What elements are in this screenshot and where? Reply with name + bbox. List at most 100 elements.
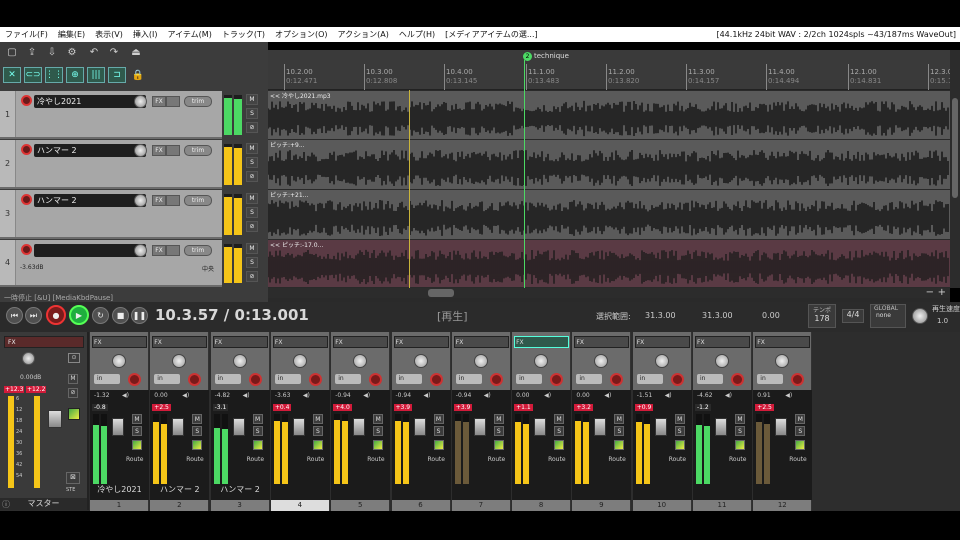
grid-icon[interactable]: ⋮⋮ xyxy=(45,67,63,83)
track-name[interactable]: 冷やし2021 xyxy=(34,95,146,108)
track-lane[interactable]: ピッチ:+21... xyxy=(268,190,950,239)
strip-route-button[interactable]: Route xyxy=(548,456,565,463)
strip-number[interactable]: 8 xyxy=(512,500,572,511)
timeline-ruler[interactable]: 2 technique 10.2.00 0:12.471 10.3.00 0:12.8… xyxy=(268,50,957,90)
track-solo-button[interactable]: S xyxy=(246,108,258,119)
strip-fader[interactable] xyxy=(413,418,426,436)
strip-number[interactable]: 5 xyxy=(331,500,391,511)
track-fx-off-icon[interactable]: ⊘ xyxy=(246,171,258,182)
track-name[interactable]: ハンマー 2 xyxy=(34,144,146,157)
master-fader[interactable] xyxy=(48,410,62,428)
vscroll-thumb[interactable] xyxy=(952,98,958,198)
record-arm-button[interactable] xyxy=(21,144,32,155)
speaker-icon[interactable]: ◀) xyxy=(182,392,189,399)
strip-number[interactable]: 11 xyxy=(693,500,752,511)
menu-item[interactable]: 編集(E) xyxy=(53,29,90,40)
strip-env-icon[interactable] xyxy=(674,440,685,450)
strip-mute-button[interactable]: M xyxy=(795,414,806,424)
track-fx-bypass-icon[interactable] xyxy=(166,195,180,206)
strip-number[interactable]: 4 xyxy=(270,500,330,511)
speaker-icon[interactable]: ◀) xyxy=(484,392,491,399)
track-volume-knob[interactable] xyxy=(134,144,147,157)
strip-volume-knob[interactable] xyxy=(534,354,549,368)
track-volume-knob[interactable] xyxy=(134,244,147,257)
strip-fader[interactable] xyxy=(534,418,547,436)
scroll-thumb[interactable] xyxy=(428,289,454,297)
strip-fx-slot[interactable]: FX xyxy=(152,336,208,348)
project-settings-icon[interactable]: ⚙ xyxy=(64,45,80,59)
master-fx-bypass[interactable]: ⊘ xyxy=(68,388,78,398)
track-volume-knob[interactable] xyxy=(134,95,147,108)
strip-env-icon[interactable] xyxy=(795,440,806,450)
strip-fx-slot[interactable]: FX xyxy=(695,336,750,348)
track-fx-button[interactable]: FX xyxy=(152,245,166,256)
strip-fx-slot[interactable]: FX xyxy=(92,336,147,348)
track-mute-button[interactable]: M xyxy=(246,94,258,105)
strip-volume-knob[interactable] xyxy=(594,354,609,368)
strip-route-button[interactable]: Route xyxy=(428,456,445,463)
strip-input-select[interactable]: in xyxy=(516,374,543,384)
strip-volume-knob[interactable] xyxy=(112,354,126,368)
speaker-icon[interactable]: ◀) xyxy=(544,392,551,399)
pause-button[interactable]: ❚❚ xyxy=(131,307,148,324)
record-arm-button[interactable] xyxy=(21,194,32,205)
go-start-icon[interactable]: ⏮ xyxy=(6,307,23,324)
strip-input-select[interactable]: in xyxy=(154,374,181,384)
strip-env-icon[interactable] xyxy=(735,440,745,450)
strip-mute-button[interactable]: M xyxy=(735,414,745,424)
track-lane[interactable]: << 冷やし2021.mp3 xyxy=(268,91,950,139)
speaker-icon[interactable]: ◀) xyxy=(303,392,310,399)
strip-mute-button[interactable]: M xyxy=(433,414,444,424)
stop-button[interactable]: ■ xyxy=(112,307,129,324)
lock-icon[interactable]: 🔒 xyxy=(130,68,146,82)
vertical-scrollbar[interactable] xyxy=(950,50,960,288)
strip-solo-button[interactable]: S xyxy=(192,426,203,436)
strip-volume-knob[interactable] xyxy=(473,354,488,368)
speaker-icon[interactable]: ◀) xyxy=(243,392,250,399)
strip-fader[interactable] xyxy=(594,418,607,436)
zoom-in-icon[interactable]: + xyxy=(938,287,946,298)
strip-fx-slot[interactable]: FX xyxy=(272,336,328,348)
strip-route-button[interactable]: Route xyxy=(247,456,264,463)
strip-volume-knob[interactable] xyxy=(715,354,729,368)
menu-item[interactable]: アクション(A) xyxy=(333,29,394,40)
menu-item[interactable]: [メディアアイテムの選...] xyxy=(440,29,543,40)
track-fx-off-icon[interactable]: ⊘ xyxy=(246,221,258,232)
strip-env-icon[interactable] xyxy=(433,440,444,450)
strip-fx-slot[interactable]: FX xyxy=(755,336,811,348)
speaker-icon[interactable]: ◀) xyxy=(122,392,129,399)
strip-input-select[interactable]: in xyxy=(757,374,784,384)
strip-number[interactable]: 1 xyxy=(90,500,149,511)
global-automation[interactable]: GLOBAL none xyxy=(870,304,906,328)
track-name[interactable]: ハンマー 2 xyxy=(34,194,146,207)
strip-mute-button[interactable]: M xyxy=(312,414,323,424)
strip-solo-button[interactable]: S xyxy=(433,426,444,436)
time-signature[interactable]: 4/4 xyxy=(842,309,864,323)
strip-solo-button[interactable]: S xyxy=(735,426,745,436)
strip-mute-button[interactable]: M xyxy=(493,414,504,424)
strip-volume-knob[interactable] xyxy=(413,354,428,368)
master-fx-button[interactable]: FX xyxy=(4,336,84,348)
open-project-icon[interactable]: ⇪ xyxy=(24,45,40,59)
track-fx-off-icon[interactable]: ⊘ xyxy=(246,122,258,133)
record-arm-button[interactable] xyxy=(21,95,32,106)
track-fx-bypass-icon[interactable] xyxy=(166,245,180,256)
track-volume-knob[interactable] xyxy=(134,194,147,207)
strip-solo-button[interactable]: S xyxy=(554,426,565,436)
strip-route-button[interactable]: Route xyxy=(307,456,324,463)
track-lane[interactable]: << ピッチ:-17.0... xyxy=(268,240,950,287)
track-mute-button[interactable]: M xyxy=(246,243,258,254)
record-arm-button[interactable] xyxy=(21,244,32,255)
strip-record-arm[interactable] xyxy=(429,373,443,386)
strip-fader[interactable] xyxy=(473,418,486,436)
strip-solo-button[interactable]: S xyxy=(493,426,504,436)
strip-solo-button[interactable]: S xyxy=(132,426,142,436)
strip-record-arm[interactable] xyxy=(610,373,624,386)
strip-env-icon[interactable] xyxy=(312,440,323,450)
strip-mute-button[interactable]: M xyxy=(554,414,565,424)
strip-route-button[interactable]: Route xyxy=(608,456,625,463)
ripple-edit-icon[interactable]: ✕ xyxy=(3,67,21,83)
track-header[interactable]: 2 ハンマー 2 FX trim xyxy=(0,140,222,189)
strip-input-select[interactable]: in xyxy=(274,374,301,384)
strip-env-icon[interactable] xyxy=(614,440,625,450)
